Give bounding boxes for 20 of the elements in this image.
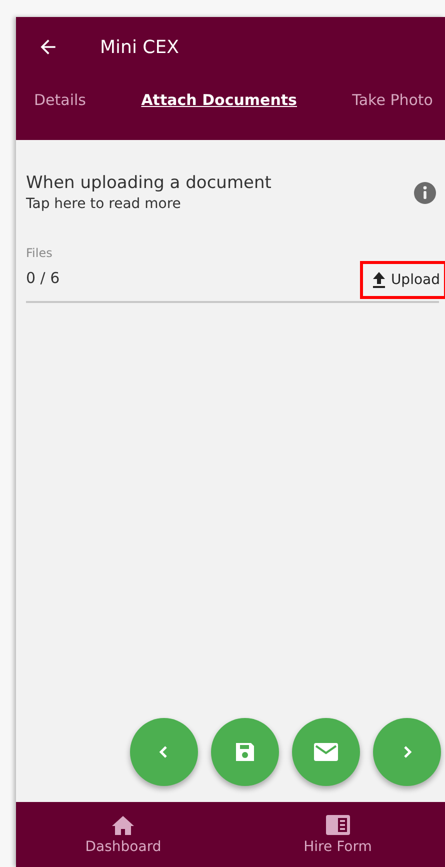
tab[interactable]: Take Photo xyxy=(352,87,433,113)
nav-tab[interactable]: Hire Form xyxy=(230,802,445,867)
envelope-icon xyxy=(313,742,339,762)
tab[interactable]: Attach Documents xyxy=(141,87,297,113)
email-button[interactable] xyxy=(292,718,360,786)
files-label: Files xyxy=(26,246,54,260)
notice-title: When uploading a document xyxy=(26,173,272,193)
house-icon xyxy=(111,814,136,836)
read-more-link[interactable]: Tap here to read more xyxy=(26,196,272,212)
nav-tab[interactable]: Dashboard xyxy=(16,802,230,867)
form-icon xyxy=(324,814,351,836)
next-button[interactable] xyxy=(373,718,441,786)
previous-button[interactable] xyxy=(130,718,198,786)
info-icon[interactable] xyxy=(413,180,437,204)
tab[interactable]: Details xyxy=(34,87,86,113)
upload-icon xyxy=(370,271,387,289)
files-count: 0 / 6 xyxy=(26,269,60,287)
screen-title: Mini CEX xyxy=(100,36,179,58)
save-button[interactable] xyxy=(211,718,279,786)
upload-button[interactable]: Upload xyxy=(360,261,445,299)
